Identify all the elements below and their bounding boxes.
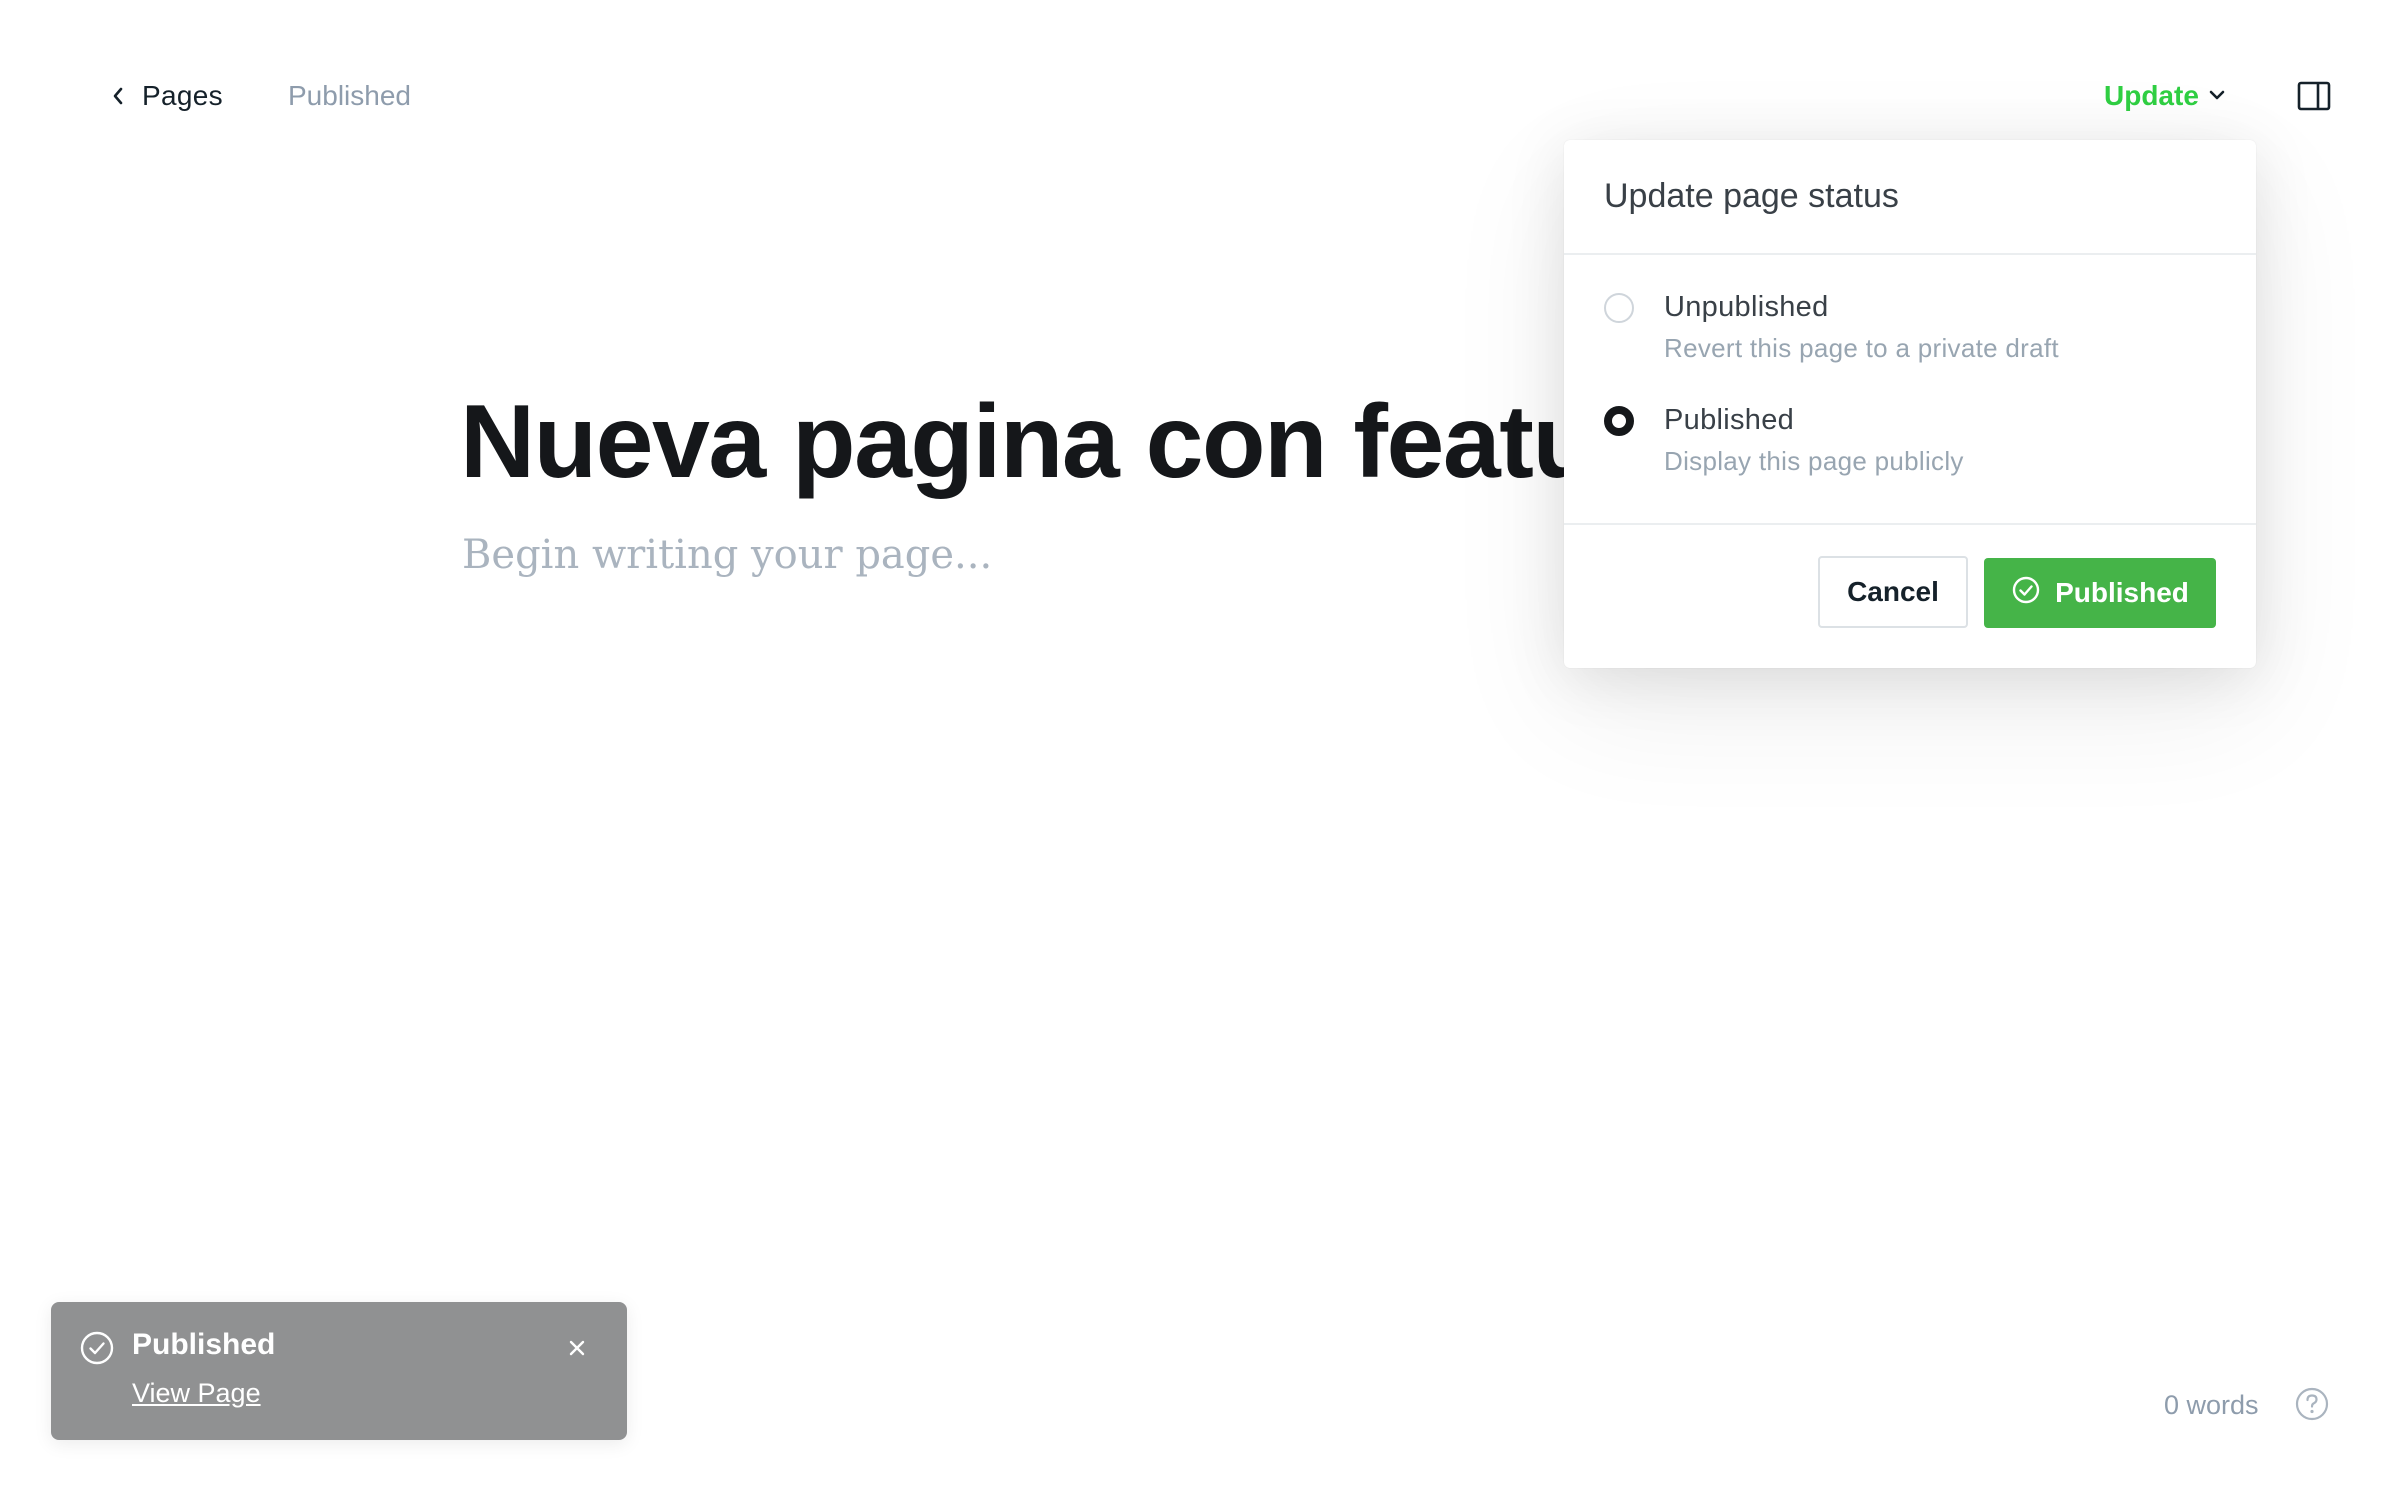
radio-unselected[interactable]	[1604, 293, 1634, 323]
status-option-unpublished[interactable]: Unpublished Revert this page to a privat…	[1604, 291, 2224, 383]
published-notification: Published View Page	[51, 1302, 627, 1440]
status-option-published[interactable]: Published Display this page publicly	[1604, 404, 2224, 496]
word-count: 0 words	[2164, 1390, 2259, 1420]
chevron-down-icon	[2207, 84, 2227, 109]
popover-header: Update page status	[1564, 140, 2256, 255]
back-to-pages-link[interactable]: Pages	[108, 76, 223, 116]
option-label: Published	[1664, 404, 1795, 436]
status-options: Unpublished Revert this page to a privat…	[1564, 255, 2256, 525]
back-label: Pages	[142, 80, 223, 111]
sidebar-toggle-icon[interactable]	[2296, 78, 2332, 114]
update-label: Update	[2104, 80, 2199, 111]
chevron-left-icon	[108, 86, 128, 106]
publish-button[interactable]: Published	[1984, 558, 2216, 628]
publish-label: Published	[2055, 577, 2189, 608]
update-dropdown-trigger[interactable]: Update	[2104, 76, 2227, 116]
notification-title: Published	[132, 1328, 276, 1361]
check-circle-icon	[79, 1330, 115, 1366]
page-status-text: Published	[288, 80, 411, 111]
radio-selected[interactable]	[1604, 406, 1634, 436]
view-page-link[interactable]: View Page	[132, 1378, 261, 1409]
option-description: Revert this page to a private draft	[1664, 333, 2059, 363]
popover-footer: Cancel Published	[1564, 525, 2256, 665]
option-description: Display this page publicly	[1664, 446, 1964, 476]
update-status-popover: Update page status Unpublished Revert th…	[1564, 140, 2256, 668]
question-circle-icon[interactable]	[2294, 1386, 2330, 1422]
option-label: Unpublished	[1664, 291, 1829, 323]
cancel-button[interactable]: Cancel	[1818, 556, 1968, 628]
popover-title: Update page status	[1604, 177, 1899, 215]
cancel-label: Cancel	[1847, 576, 1939, 607]
editor-body-placeholder[interactable]: Begin writing your page...	[462, 532, 992, 578]
check-circle-icon	[2011, 575, 2041, 612]
close-icon[interactable]	[565, 1336, 589, 1360]
page-title[interactable]: Nueva pagina con feature	[460, 372, 1691, 512]
